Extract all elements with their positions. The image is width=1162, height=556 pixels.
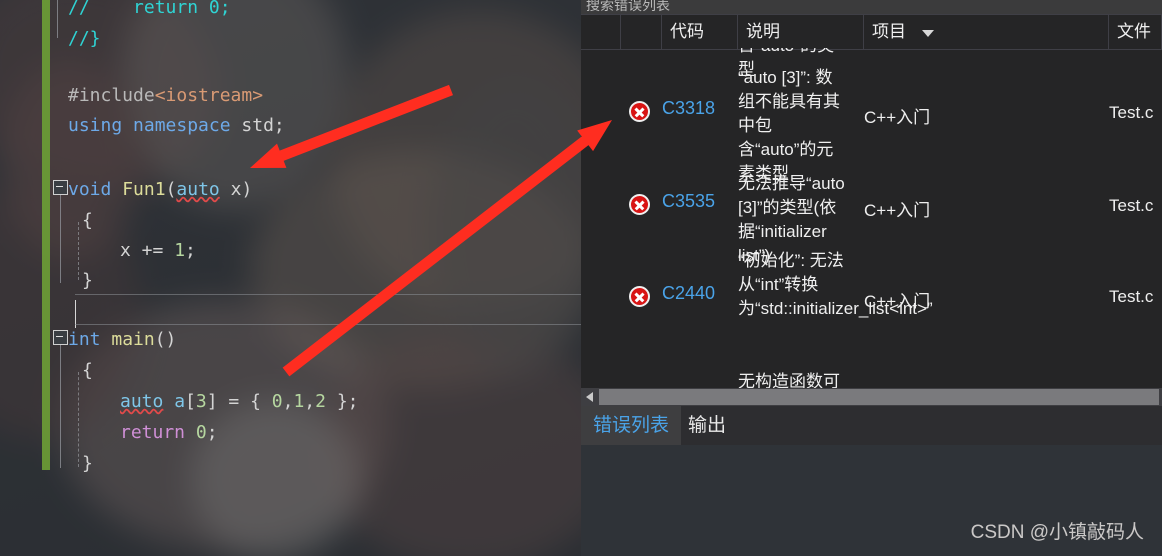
code-token: } [82,270,93,291]
collapse-region-icon[interactable] [53,330,68,345]
code-line: #include<iostream> [68,80,263,111]
scroll-left-arrow-icon[interactable] [583,389,597,405]
code-token: , [304,391,316,412]
column-header-代码[interactable]: 代码 [662,15,738,49]
error-code-link[interactable]: C2440 [662,283,715,304]
code-token: 3 [195,391,207,412]
search-error-list-input[interactable]: 搜索错误列表 [581,0,1162,14]
code-token: { [82,210,93,231]
code-token: // return 0; [68,0,231,18]
code-token: Fun1 [122,179,166,200]
error-list-header-row[interactable]: 代码 说明 项目 文件 [581,14,1162,50]
code-token: 1 [293,391,305,412]
code-token: int [68,329,101,350]
csdn-watermark: CSDN @小镇敲码人 [970,522,1144,543]
code-editor[interactable]: // return 0;//} #include<iostream> using n… [0,0,581,556]
column-header-label: 文件 [1117,22,1151,41]
collapse-region-icon[interactable] [53,180,68,195]
code-token: namespace [133,115,231,136]
sort-descending-icon[interactable] [922,30,934,37]
code-line: { [82,355,93,386]
column-header-项目[interactable]: 项目 [864,15,1109,49]
code-line: } [82,448,93,479]
error-project: C++入门 [864,108,931,127]
error-file: Test.c [1109,287,1154,306]
code-token: std; [241,115,285,136]
panel-tab-bar[interactable]: 错误列表 输出 [581,406,1162,445]
error-list-panel[interactable]: 搜索错误列表 代码 说明 项目 文件 含"auto"的类型 无构造函数可以接受源类型，… [581,0,1162,445]
column-header-文件[interactable]: 文件 [1109,15,1162,49]
code-line: //} [68,23,101,54]
error-project: C++入门 [864,201,931,220]
scrollbar-thumb[interactable] [599,389,1159,405]
code-token: 1 [174,240,186,261]
code-token: 2 [315,391,326,412]
code-token: 0 [195,422,207,443]
code-token: { [82,360,93,381]
search-placeholder-text: 搜索错误列表 [586,0,670,13]
code-token: a [174,391,186,412]
code-token: x) [219,179,253,200]
error-severity-icon [629,286,650,307]
code-token: ; [206,422,218,443]
error-code-link[interactable]: C3318 [662,98,715,119]
code-token: () [154,329,177,350]
code-token: void [68,179,112,200]
code-line: } [82,265,93,296]
code-token: ( [165,179,177,200]
code-token: ] [206,391,218,412]
error-description: “auto [3]”: 数组不能具有其中包含“auto”的元素类型 [738,68,840,183]
code-text[interactable]: // return 0;//} #include<iostream> using n… [0,0,581,556]
code-token: auto [120,391,164,412]
code-line: // return 0; [68,0,231,23]
column-header-blank-1[interactable] [621,15,662,49]
error-file: Test.c [1109,196,1154,215]
error-list-body[interactable]: 含"auto"的类型 无构造函数可以接受源类型，或构造 C3318“auto [… [581,48,1162,388]
code-token: main [111,329,155,350]
code-line: void Fun1(auto x) [68,174,252,205]
code-token: return [120,422,186,443]
code-token: x += [120,240,175,261]
tab-output[interactable]: 输出 [676,406,738,445]
code-token: 0 [271,391,283,412]
horizontal-scrollbar[interactable] [581,388,1162,406]
code-token: auto [176,179,220,200]
code-line: using namespace std; [68,110,285,141]
error-project: C++入门 [864,292,931,311]
code-line: x += 1; [120,235,196,266]
column-header-blank-0[interactable] [581,15,621,49]
code-token: <iostream> [154,85,264,106]
error-file: Test.c [1109,103,1154,122]
column-header-label: 项目 [872,22,906,41]
code-token: } [82,453,93,474]
column-header-label: 代码 [670,22,704,41]
error-severity-icon [629,194,650,215]
error-severity-icon [629,101,650,122]
code-line: { [82,205,93,236]
column-header-说明[interactable]: 说明 [738,15,864,49]
code-token: //} [68,28,101,49]
code-token: using [68,115,123,136]
code-token: ; [185,240,196,261]
error-description: “初始化”: 无法从“int”转换为“std::initializer_list… [738,251,933,318]
code-token: = { [217,391,272,412]
column-header-label: 说明 [746,22,780,41]
code-token: #include [68,85,155,106]
code-token: }; [325,391,359,412]
tab-error-list[interactable]: 错误列表 [581,406,682,445]
screenshot-root: // return 0;//} #include<iostream> using n… [0,0,1162,556]
code-line: return 0; [120,417,218,448]
code-token: , [282,391,294,412]
clipped-bottom-row-description: 无构造函数可以接受源类型，或构造 [738,372,840,388]
error-code-link[interactable]: C3535 [662,191,715,212]
code-line: int main() [68,324,176,355]
code-line: auto a[3] = { 0,1,2 }; [120,386,359,417]
code-token: [ [185,391,196,412]
